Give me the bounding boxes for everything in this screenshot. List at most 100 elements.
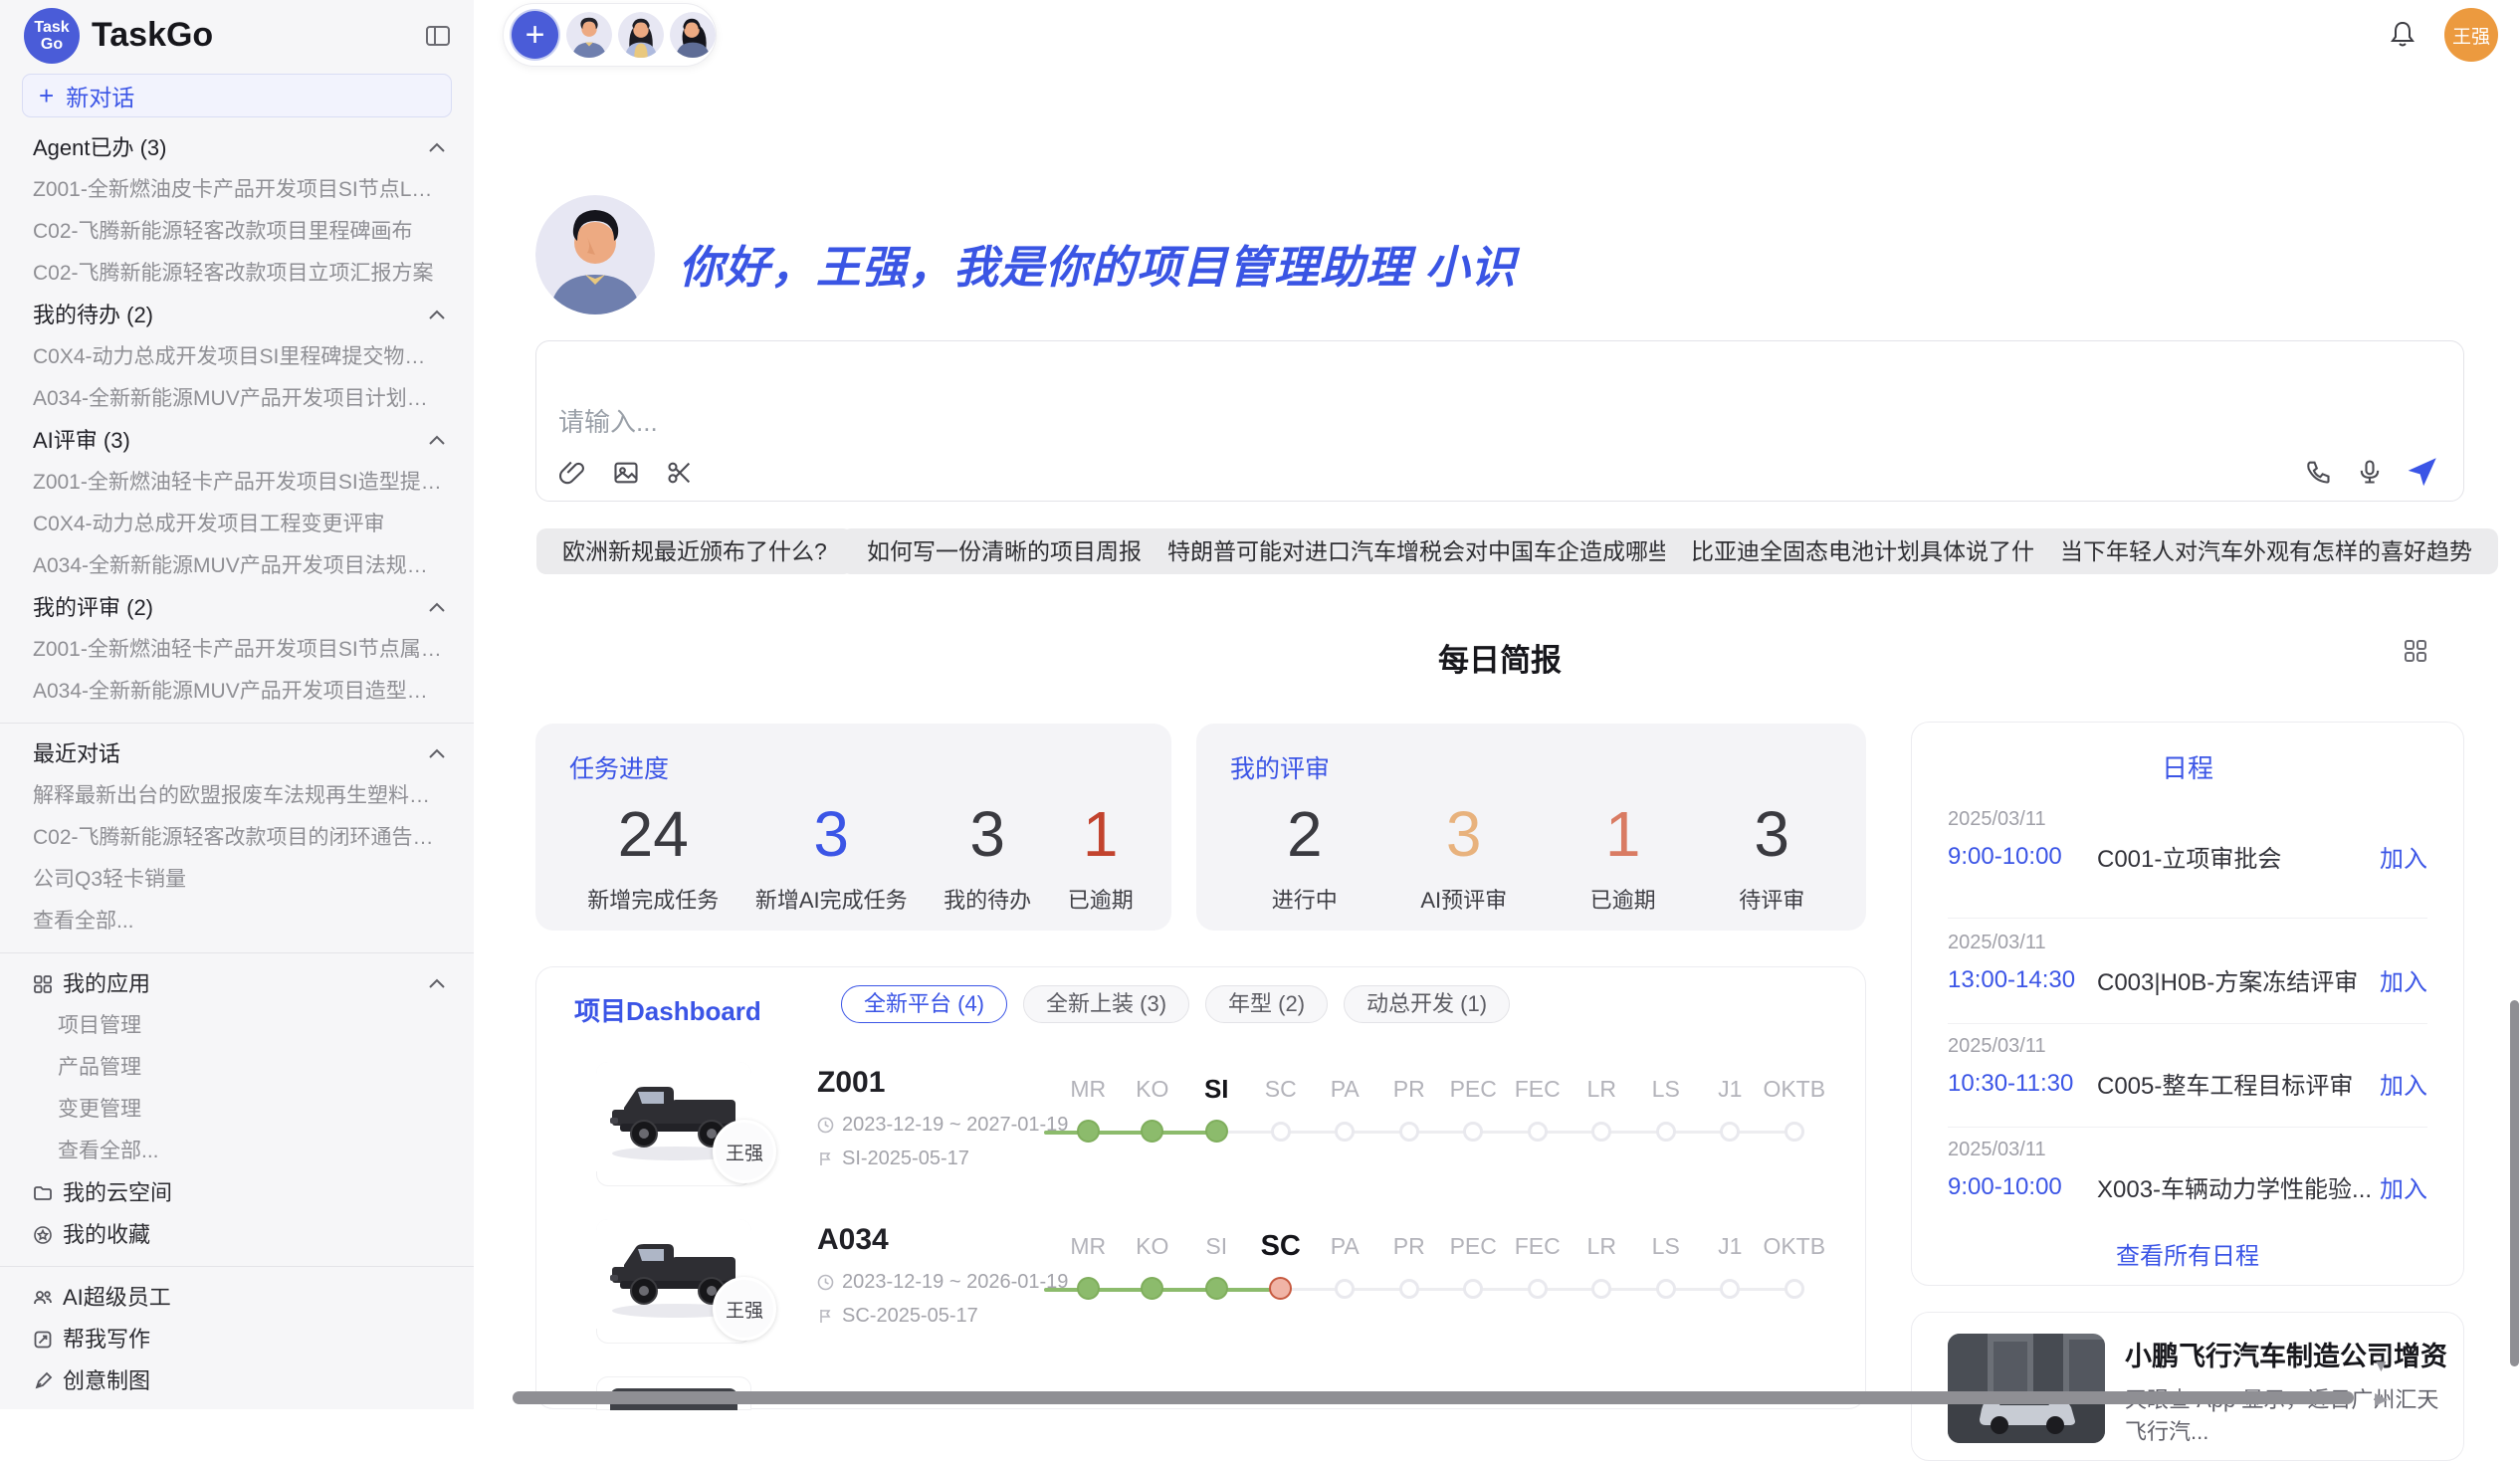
write-icon — [33, 1330, 53, 1350]
list-item[interactable]: C0X4-动力总成开发项目工程变更评审 — [0, 504, 474, 545]
suggestion-chip[interactable]: 欧洲新规最近颁布了什么? — [536, 528, 853, 574]
list-item[interactable]: C02-飞腾新能源轻客改款项目立项汇报方案 — [0, 253, 474, 295]
join-button[interactable]: 加入 — [2380, 1169, 2427, 1204]
sidebar-item-favorites[interactable]: 我的收藏 — [0, 1214, 474, 1256]
view-all-schedule-link[interactable]: 查看所有日程 — [1912, 1236, 2463, 1271]
image-icon[interactable] — [612, 459, 640, 487]
suggestion-chip[interactable]: 特朗普可能对进口汽车增税会对中国车企造成哪些影响 — [1142, 528, 1743, 574]
schedule-event: 2025/03/11 9:00-10:00 C001-立项审批会 加入 — [1948, 808, 2427, 874]
paperclip-icon[interactable] — [558, 459, 586, 487]
sidebar-item-product-mgmt[interactable]: 产品管理 — [0, 1047, 474, 1089]
stat-pending-review: 3 待评审 — [1739, 799, 1804, 915]
list-item[interactable]: A034-全新新能源MUV产品开发项目法规符合性评审 — [0, 545, 474, 587]
milestone-dot-done — [1077, 1277, 1100, 1300]
list-item[interactable]: Z001-全新燃油轻卡产品开发项目SI节点属性5D文件评审 — [0, 629, 474, 671]
list-item[interactable]: A034-全新新能源MUV产品开发项目造型可行性评审 — [0, 671, 474, 713]
section-my-todo[interactable]: 我的待办 (2) — [0, 295, 474, 336]
list-item[interactable]: C02-飞腾新能源轻客改款项目的闭环通告反馈情况 — [0, 817, 474, 859]
list-item[interactable]: Z001-全新燃油轻卡产品开发项目SI造型提交物评审 — [0, 462, 474, 504]
list-item[interactable]: C0X4-动力总成开发项目SI里程碑提交物检查 — [0, 336, 474, 378]
section-my-review[interactable]: 我的评审 (2) — [0, 587, 474, 629]
news-title: 小鹏飞行汽车制造公司增资 — [2125, 1335, 2447, 1373]
join-button[interactable]: 加入 — [2380, 1066, 2427, 1101]
sidebar-collapse-icon[interactable] — [424, 22, 452, 50]
list-item[interactable]: 解释最新出台的欧盟报废车法规再生塑料比例被调至15%... — [0, 775, 474, 817]
stat-new-completed: 24 新增完成任务 — [587, 799, 719, 915]
list-item[interactable]: Z001-全新燃油皮卡产品开发项目SI节点Lesson Learn报告 — [0, 169, 474, 211]
news-card[interactable]: 小鹏飞行汽车制造公司增资 天眼查 App 显示，近日广州汇天飞行汽... — [1911, 1312, 2464, 1461]
milestone-dot — [1528, 1279, 1548, 1299]
chevron-up-icon[interactable] — [428, 746, 446, 762]
list-item[interactable]: C02-飞腾新能源轻客改款项目里程碑画布 — [0, 211, 474, 253]
divider — [1948, 918, 2427, 919]
sidebar-item-change-mgmt[interactable]: 变更管理 — [0, 1089, 474, 1131]
join-button[interactable]: 加入 — [2380, 839, 2427, 874]
layout-grid-icon[interactable] — [2403, 638, 2428, 664]
chevron-up-icon[interactable] — [428, 433, 446, 449]
suggestion-chip[interactable]: 比亚迪全固态电池计划具体说了什么 — [1665, 528, 2083, 574]
dashboard-title: 项目Dashboard — [574, 991, 761, 1028]
section-recent-chats[interactable]: 最近对话 — [0, 733, 474, 775]
sidebar-item-cloud-space[interactable]: 我的云空间 — [0, 1172, 474, 1214]
scroll-down-arrow[interactable]: ▼ — [2373, 1357, 2390, 1374]
sidebar-item-project-mgmt[interactable]: 项目管理 — [0, 1005, 474, 1047]
grid-icon — [33, 974, 53, 994]
chevron-up-icon[interactable] — [428, 140, 446, 156]
horizontal-scrollbar[interactable] — [513, 1391, 2354, 1404]
chevron-up-icon[interactable] — [428, 976, 446, 992]
daily-briefing-title: 每日简报 — [535, 635, 2464, 680]
tab-all-new-platform[interactable]: 全新平台 (4) — [841, 985, 1007, 1023]
agent-avatar[interactable] — [566, 12, 612, 58]
sidebar-item-help-me-write[interactable]: 帮我写作 — [0, 1319, 474, 1360]
project-row-a034[interactable]: 王强 A034 2023-12-19 ~ 2026-01-19 SC-2025-… — [596, 1219, 1845, 1358]
new-chat-button[interactable]: + 新对话 — [22, 74, 452, 117]
scissors-icon[interactable] — [666, 459, 694, 487]
phone-icon[interactable] — [2304, 458, 2332, 486]
chevron-up-icon[interactable] — [428, 600, 446, 616]
project-row-z001[interactable]: 王强 Z001 2023-12-19 ~ 2027-01-19 SI-2025-… — [596, 1062, 1845, 1201]
chat-composer — [535, 340, 2464, 502]
notification-bell-icon[interactable] — [2389, 20, 2416, 50]
tab-year-model[interactable]: 年型 (2) — [1205, 985, 1328, 1023]
list-item[interactable]: A034-全新新能源MUV产品开发项目计划变更表编写 — [0, 378, 474, 420]
milestone-dot — [1335, 1279, 1355, 1299]
milestone-dot — [1463, 1279, 1483, 1299]
list-item[interactable]: 公司Q3轻卡销量 — [0, 859, 474, 901]
section-agent-done[interactable]: Agent已办 (3) — [0, 127, 474, 169]
dashboard-tabs: 全新平台 (4) 全新上装 (3) 年型 (2) 动总开发 (1) — [841, 985, 1510, 1023]
scroll-right-arrow[interactable]: ▶ — [2375, 1390, 2388, 1407]
view-all-apps[interactable]: 查看全部... — [0, 1131, 474, 1172]
suggestion-chip[interactable]: 当下年轻人对汽车外观有怎样的喜好趋势 — [2034, 528, 2498, 574]
project-owner-badge: 王强 — [713, 1120, 776, 1183]
sidebar-item-my-apps[interactable]: 我的应用 — [0, 963, 474, 1005]
tab-all-new-body[interactable]: 全新上装 (3) — [1023, 985, 1189, 1023]
divider — [0, 723, 474, 724]
milestone-dot — [1463, 1122, 1483, 1142]
stat-new-ai-completed: 3 新增AI完成任务 — [755, 799, 908, 915]
agent-avatar[interactable] — [618, 12, 664, 58]
mic-icon[interactable] — [2356, 458, 2384, 486]
divider — [0, 1266, 474, 1267]
add-agent-button[interactable]: + — [510, 9, 560, 61]
agent-avatar[interactable] — [670, 12, 716, 58]
milestone-dot — [1720, 1122, 1740, 1142]
sidebar-header: Task Go TaskGo — [0, 0, 474, 72]
view-all-recent[interactable]: 查看全部... — [0, 901, 474, 942]
chevron-up-icon[interactable] — [428, 308, 446, 323]
project-flag-milestone: SI-2025-05-17 — [817, 1148, 969, 1170]
milestone-dot — [1656, 1122, 1676, 1142]
sidebar-list: Agent已办 (3) Z001-全新燃油皮卡产品开发项目SI节点Lesson … — [0, 127, 474, 1402]
new-chat-label: 新对话 — [66, 79, 134, 112]
milestone-dot — [1399, 1122, 1419, 1142]
sidebar-item-creative-drawing[interactable]: 创意制图 — [0, 1360, 474, 1402]
user-avatar[interactable]: 王强 — [2444, 8, 2498, 62]
join-button[interactable]: 加入 — [2380, 962, 2427, 997]
tab-powertrain-dev[interactable]: 动总开发 (1) — [1344, 985, 1510, 1023]
section-ai-review[interactable]: AI评审 (3) — [0, 420, 474, 462]
schedule-event: 2025/03/11 10:30-11:30 C005-整车工程目标评审 加入 — [1948, 1035, 2427, 1101]
suggestion-chip[interactable]: 如何写一份清晰的项目周报 — [841, 528, 1167, 574]
send-icon[interactable] — [2408, 457, 2437, 487]
vertical-scrollbar[interactable] — [2510, 1000, 2519, 1366]
sidebar-item-ai-super-staff[interactable]: AI超级员工 — [0, 1277, 474, 1319]
chat-input[interactable] — [556, 396, 2153, 448]
